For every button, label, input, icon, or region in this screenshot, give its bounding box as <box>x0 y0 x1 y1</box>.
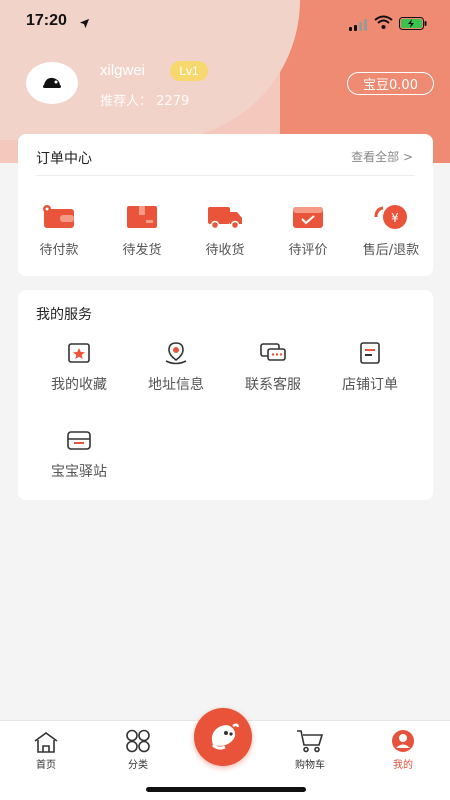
favorite-icon <box>33 340 125 366</box>
location-icon <box>130 340 222 366</box>
truck-icon <box>185 202 265 232</box>
category-icon <box>103 727 173 753</box>
tab-category[interactable]: 分类 <box>103 727 173 771</box>
order-after-sales[interactable]: ¥ 售后/退款 <box>351 202 431 258</box>
username: xilgwei <box>100 62 146 79</box>
avatar-mascot-icon <box>43 77 61 88</box>
service-baby-station[interactable]: 宝宝驿站 <box>33 427 125 481</box>
service-label: 宝宝驿站 <box>51 464 107 480</box>
level-badge: Lv1 <box>170 61 208 81</box>
order-pending-shipment[interactable]: 待发货 <box>102 202 182 258</box>
order-item-label: 待收货 <box>205 243 245 258</box>
my-services-title: 我的服务 <box>36 307 92 323</box>
status-bar: 17:20 <box>0 0 450 44</box>
referrer-info: 推荐人： 2279 <box>100 90 189 109</box>
order-center-title: 订单中心 <box>36 151 92 167</box>
center-mascot-button[interactable] <box>194 708 252 766</box>
referrer-label: 推荐人： <box>100 94 153 109</box>
order-item-label: 待付款 <box>39 243 79 258</box>
wifi-icon <box>374 14 393 33</box>
tab-label: 首页 <box>36 760 56 771</box>
mascot-icon <box>211 723 240 750</box>
svg-text:¥: ¥ <box>391 211 399 225</box>
store-order-icon <box>324 340 416 366</box>
battery-icon <box>399 15 427 34</box>
order-item-label: 待发货 <box>122 243 162 258</box>
home-icon <box>11 727 81 753</box>
tab-mine[interactable]: 我的 <box>368 727 438 771</box>
order-item-label: 售后/退款 <box>362 243 420 258</box>
order-pending-review[interactable]: 待评价 <box>268 202 348 258</box>
location-arrow-icon <box>79 14 90 33</box>
home-indicator <box>146 787 306 792</box>
avatar[interactable] <box>26 62 78 104</box>
cart-icon <box>275 727 345 753</box>
service-label: 联系客服 <box>245 377 301 393</box>
user-icon <box>368 727 438 753</box>
package-icon <box>102 202 182 232</box>
beans-balance-button[interactable]: 宝豆0.00 <box>347 72 434 95</box>
order-item-label: 待评价 <box>288 243 328 258</box>
signal-icon <box>349 16 369 35</box>
station-icon <box>33 427 125 453</box>
tab-label: 购物车 <box>295 760 325 771</box>
service-label: 店铺订单 <box>342 377 398 393</box>
service-label: 我的收藏 <box>51 377 107 393</box>
wallet-icon <box>19 202 99 232</box>
review-box-icon <box>268 202 348 232</box>
my-services-card: 我的服务 我的收藏 地址信息 联系客服 店铺订单 宝宝驿站 <box>18 290 433 500</box>
order-pending-payment[interactable]: 待付款 <box>19 202 99 258</box>
tab-label: 我的 <box>393 760 413 771</box>
order-pending-receipt[interactable]: 待收货 <box>185 202 265 258</box>
referrer-value: 2279 <box>156 94 190 109</box>
chat-icon <box>227 340 319 366</box>
service-label: 地址信息 <box>148 377 204 393</box>
service-customer-support[interactable]: 联系客服 <box>227 340 319 394</box>
tab-label: 分类 <box>128 760 148 771</box>
service-store-orders[interactable]: 店铺订单 <box>324 340 416 394</box>
order-center-card: 订单中心 查看全部 > 待付款 待发货 待收货 待评价 ¥ 售后/退款 <box>18 134 433 276</box>
refund-icon: ¥ <box>351 202 431 232</box>
tab-home[interactable]: 首页 <box>11 727 81 771</box>
service-address[interactable]: 地址信息 <box>130 340 222 394</box>
view-all-orders-link[interactable]: 查看全部 > <box>351 148 413 165</box>
divider <box>36 175 415 176</box>
status-time: 17:20 <box>26 12 67 29</box>
tab-cart[interactable]: 购物车 <box>275 727 345 771</box>
service-favorites[interactable]: 我的收藏 <box>33 340 125 394</box>
